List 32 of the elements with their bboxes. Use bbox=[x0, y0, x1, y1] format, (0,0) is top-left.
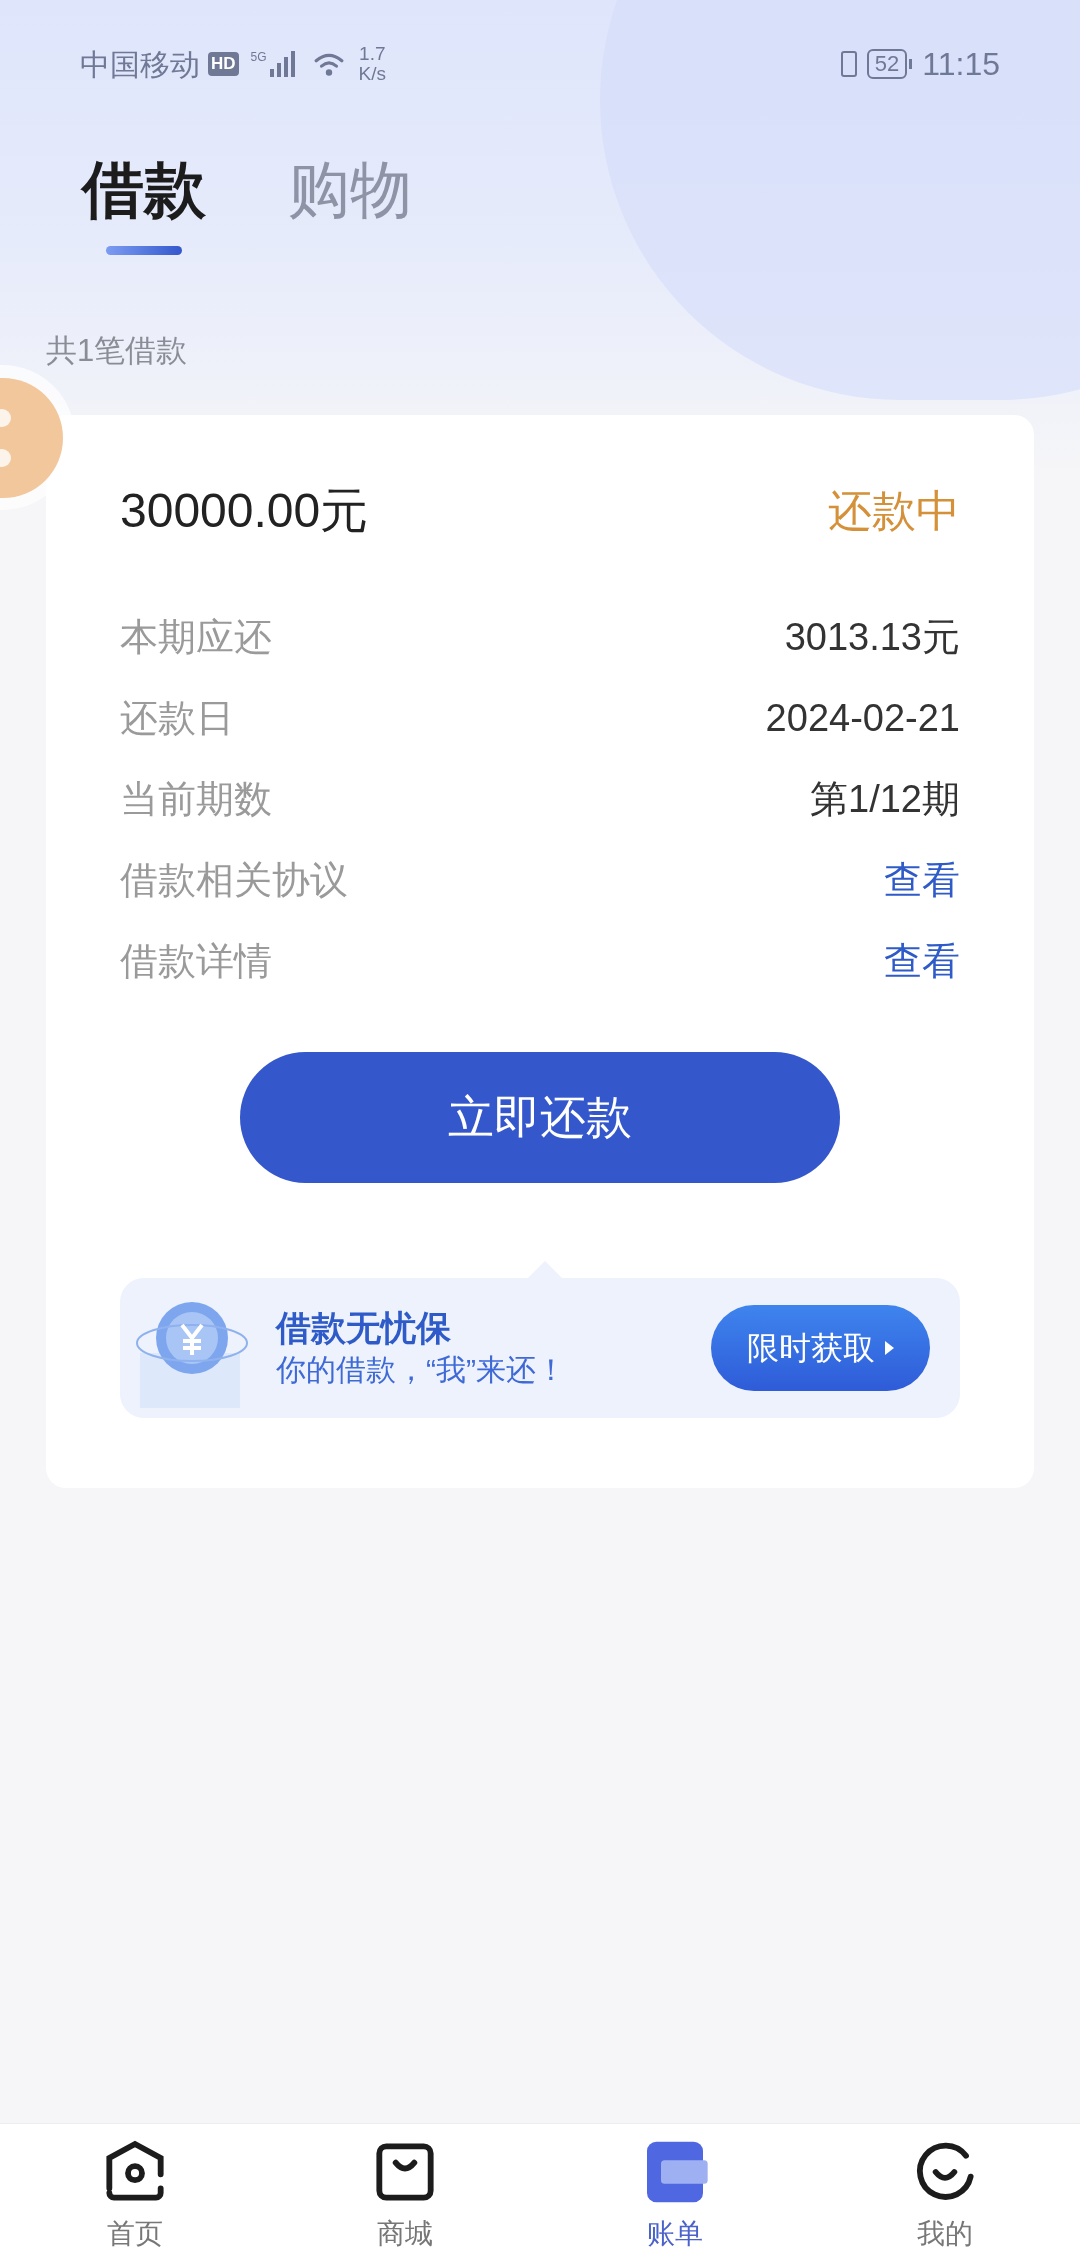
promo-subtitle: 你的借款，“我”来还！ bbox=[276, 1352, 567, 1388]
signal-icon bbox=[269, 51, 295, 77]
clock-time: 11:15 bbox=[922, 45, 1000, 84]
nav-tab[interactable]: 我的 bbox=[875, 2137, 1015, 2255]
network-speed: 1.7 bbox=[359, 44, 386, 64]
row-label: 借款相关协议 bbox=[120, 858, 348, 903]
view-link[interactable]: 查看 bbox=[884, 933, 960, 990]
row-label: 还款日 bbox=[120, 696, 234, 741]
hd-badge: HD bbox=[208, 52, 239, 76]
promo-title: 借款无忧保 bbox=[276, 1307, 452, 1349]
repay-button[interactable]: 立即还款 bbox=[240, 1052, 840, 1183]
wifi-icon bbox=[312, 51, 345, 77]
row-value: 2024-02-21 bbox=[765, 696, 960, 741]
loan-status: 还款中 bbox=[828, 485, 960, 537]
row-value: 第1/12期 bbox=[810, 777, 960, 822]
nav-tab[interactable]: 首页 bbox=[65, 2137, 205, 2255]
loan-amount: 30000.00元 bbox=[120, 483, 369, 539]
row-label: 本期应还 bbox=[120, 615, 272, 660]
promo-banner[interactable]: 借款无忧保 你的借款，“我”来还！ 限时获取 bbox=[120, 1278, 960, 1418]
carrier-name: 中国移动 bbox=[80, 46, 200, 83]
get-now-button[interactable]: 限时获取 bbox=[711, 1305, 930, 1391]
row-value: 3013.13元 bbox=[784, 615, 960, 660]
speed-unit: K/s bbox=[358, 64, 387, 84]
tab[interactable]: 借款 bbox=[82, 152, 206, 255]
view-link[interactable]: 查看 bbox=[884, 852, 960, 909]
vibrate-icon bbox=[840, 51, 857, 77]
nav-tab[interactable]: 商城 bbox=[335, 2137, 475, 2255]
nav-tab[interactable]: 账单 bbox=[605, 2137, 745, 2255]
row-label: 当前期数 bbox=[120, 777, 272, 822]
row-label: 借款详情 bbox=[120, 939, 272, 984]
loan-count: 共1笔借款 bbox=[46, 333, 188, 368]
network-type: 5G bbox=[250, 51, 267, 63]
